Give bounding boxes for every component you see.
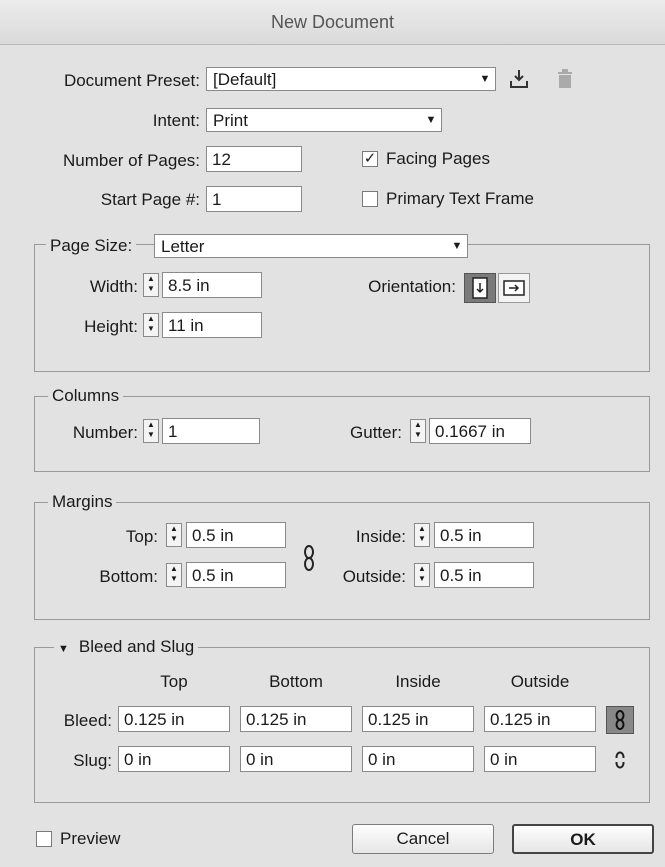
height-label: Height: bbox=[84, 317, 138, 336]
width-input[interactable]: 8.5 in bbox=[162, 272, 262, 298]
pages-input[interactable]: 12 bbox=[206, 146, 302, 172]
header-inside: Inside bbox=[395, 672, 441, 691]
window-title: New Document bbox=[270, 12, 395, 32]
chevron-down-icon: ▼ bbox=[477, 71, 493, 87]
margin-outside-stepper[interactable]: ▲ ▼ bbox=[414, 563, 430, 587]
chevron-down-icon: ▼ bbox=[449, 238, 465, 254]
intent-value: Print bbox=[213, 111, 248, 130]
landscape-orientation-icon[interactable] bbox=[498, 273, 530, 303]
slug-inside-input[interactable]: 0 in bbox=[362, 746, 474, 772]
slug-label: Slug: bbox=[73, 751, 112, 770]
bleed-slug-legend[interactable]: ▼ Bleed and Slug bbox=[54, 637, 199, 657]
preview-checkbox[interactable] bbox=[36, 831, 52, 847]
gutter-input[interactable]: 0.1667 in bbox=[429, 418, 531, 444]
primary-text-frame-label: Primary Text Frame bbox=[386, 189, 534, 208]
intent-dropdown[interactable]: Print ▼ bbox=[206, 108, 442, 132]
columns-number-stepper[interactable]: ▲ ▼ bbox=[143, 419, 159, 443]
broken-link-icon[interactable] bbox=[606, 746, 634, 774]
margin-top-stepper[interactable]: ▲ ▼ bbox=[166, 523, 182, 547]
margins-group bbox=[34, 502, 650, 620]
disclosure-triangle-icon: ▼ bbox=[58, 643, 69, 655]
columns-number-label: Number: bbox=[72, 423, 138, 442]
margin-inside-stepper[interactable]: ▲ ▼ bbox=[414, 523, 430, 547]
chevron-down-icon: ▼ bbox=[423, 112, 439, 128]
pages-label: Number of Pages: bbox=[62, 151, 200, 170]
margin-inside-label: Inside: bbox=[355, 527, 406, 546]
gutter-stepper[interactable]: ▲ ▼ bbox=[410, 419, 426, 443]
margin-bottom-stepper[interactable]: ▲ ▼ bbox=[166, 563, 182, 587]
facing-pages-label: Facing Pages bbox=[386, 149, 490, 168]
preset-dropdown[interactable]: [Default] ▼ bbox=[206, 67, 496, 91]
slug-top-input[interactable]: 0 in bbox=[118, 746, 230, 772]
portrait-orientation-icon[interactable] bbox=[464, 273, 496, 303]
page-size-group bbox=[34, 244, 650, 372]
bleed-label: Bleed: bbox=[63, 711, 112, 730]
width-stepper[interactable]: ▲ ▼ bbox=[143, 273, 159, 297]
preview-label: Preview bbox=[60, 829, 121, 848]
margin-outside-input[interactable]: 0.5 in bbox=[434, 562, 534, 588]
header-top: Top bbox=[160, 672, 188, 691]
margins-legend: Margins bbox=[48, 492, 117, 512]
margin-bottom-label: Bottom: bbox=[99, 567, 158, 586]
header-outside: Outside bbox=[510, 672, 570, 691]
margin-outside-label: Outside: bbox=[342, 567, 406, 586]
trash-icon[interactable] bbox=[554, 66, 576, 92]
bleed-top-input[interactable]: 0.125 in bbox=[118, 706, 230, 732]
bleed-bottom-input[interactable]: 0.125 in bbox=[240, 706, 352, 732]
slug-bottom-input[interactable]: 0 in bbox=[240, 746, 352, 772]
bleed-slug-title: Bleed and Slug bbox=[78, 637, 195, 656]
height-stepper[interactable]: ▲ ▼ bbox=[143, 313, 159, 337]
margin-inside-input[interactable]: 0.5 in bbox=[434, 522, 534, 548]
preset-value: [Default] bbox=[213, 70, 277, 89]
facing-pages-checkbox[interactable]: ✓ bbox=[362, 151, 378, 167]
primary-text-frame-checkbox[interactable] bbox=[362, 191, 378, 207]
intent-label: Intent: bbox=[152, 111, 200, 130]
margin-top-input[interactable]: 0.5 in bbox=[186, 522, 286, 548]
slug-outside-input[interactable]: 0 in bbox=[484, 746, 596, 772]
ok-button[interactable]: OK bbox=[512, 824, 654, 854]
preset-label: Document Preset: bbox=[63, 71, 200, 90]
orientation-label: Orientation: bbox=[368, 277, 456, 296]
width-label: Width: bbox=[89, 277, 138, 296]
page-size-label: Page Size: bbox=[46, 236, 137, 256]
columns-legend: Columns bbox=[48, 386, 124, 406]
bleed-outside-input[interactable]: 0.125 in bbox=[484, 706, 596, 732]
margin-top-label: Top: bbox=[125, 527, 158, 546]
start-page-input[interactable]: 1 bbox=[206, 186, 302, 212]
start-page-label: Start Page #: bbox=[100, 190, 200, 209]
bleed-link-icon[interactable] bbox=[606, 706, 634, 734]
gutter-label: Gutter: bbox=[350, 423, 402, 442]
page-size-value: Letter bbox=[161, 237, 205, 256]
header-bottom: Bottom bbox=[269, 672, 323, 691]
chain-link-icon[interactable] bbox=[298, 540, 320, 576]
height-input[interactable]: 11 in bbox=[162, 312, 262, 338]
save-preset-icon[interactable] bbox=[506, 66, 532, 92]
bleed-inside-input[interactable]: 0.125 in bbox=[362, 706, 474, 732]
cancel-button[interactable]: Cancel bbox=[352, 824, 494, 854]
page-size-dropdown[interactable]: Letter ▼ bbox=[154, 234, 468, 258]
columns-number-input[interactable]: 1 bbox=[162, 418, 260, 444]
margin-bottom-input[interactable]: 0.5 in bbox=[186, 562, 286, 588]
